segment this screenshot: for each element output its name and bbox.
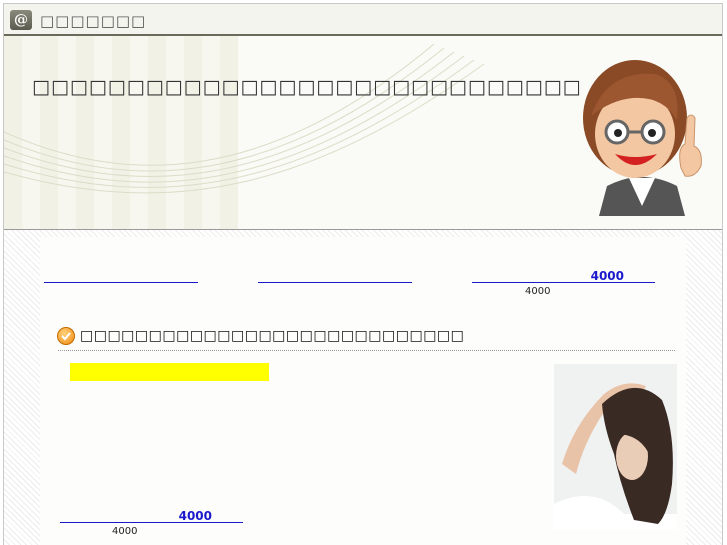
top-bar: @ □□□□□□□ [4,4,722,36]
nav-link-3-sub: 4000 [525,286,551,297]
section-divider [58,350,675,351]
at-logo-icon[interactable]: @ [10,10,32,30]
mascot-woman-pointing-icon [583,60,702,216]
main-content: 4000 4000 □□□□□□□□□□□□□□□□□□□□□□□□□□□□ 4… [40,237,686,545]
nav-link-3[interactable]: 4000 [472,270,655,283]
site-name[interactable]: □□□□□□□ [40,12,146,30]
check-circle-icon [57,327,75,345]
nav-link-1[interactable] [44,271,198,283]
section-link-sub: 4000 [112,526,138,537]
header-banner: □□□□□□□□□□□□□□□□□□□□□□□□□□□□□ [4,36,722,230]
header-title: □□□□□□□□□□□□□□□□□□□□□□□□□□□□□ [32,76,582,98]
woman-photo [554,364,677,530]
section-title: □□□□□□□□□□□□□□□□□□□□□□□□□□□□ [80,328,465,344]
nav-link-2[interactable] [258,271,412,283]
highlight-bar [70,363,269,381]
page-frame: @ □□□□□□□ □□□□□□□□□□□□□□□□□□□□□□□□□□□□□ [3,3,723,545]
section-link[interactable]: 4000 [60,510,243,523]
